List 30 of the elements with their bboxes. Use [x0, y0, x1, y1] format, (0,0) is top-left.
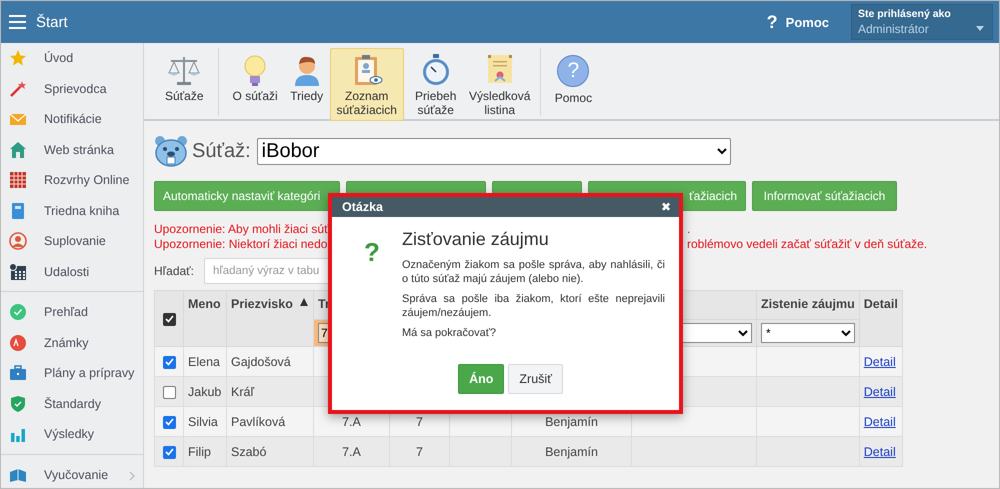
table-cell: Filip — [188, 444, 211, 458]
table-cell: Benjamín — [545, 444, 598, 458]
table-cell: 7 — [416, 414, 423, 428]
warning-text: . — [687, 222, 690, 237]
help-icon: ? — [557, 55, 590, 87]
dialog-text: Správa sa pošle iba žiakom, ktorí ešte neprejavili záujem/nezáujem. — [402, 292, 665, 320]
dialog-title: Otázka — [342, 200, 383, 214]
contest-label: Súťaž: — [192, 140, 251, 162]
table-cell: Gajdošová — [231, 354, 291, 368]
table-cell: Jakub — [188, 384, 222, 398]
search-label: Hľadať: — [154, 264, 196, 278]
table-cell: Silvia — [188, 414, 218, 428]
dialog-text: Má sa pokračovať? — [402, 326, 498, 340]
table-cell: 7 — [416, 444, 423, 458]
dialog-text: Označeným žiakom sa pošle správa, aby nahlásili, či o túto súťaž majú záujem (alebo nie). — [402, 258, 665, 286]
table-cell: Pavlíková — [231, 414, 286, 428]
table-cell: Benjamín — [545, 414, 598, 428]
user-name: Administrátor — [858, 22, 929, 36]
table-cell: 7.A — [342, 414, 361, 428]
user-label: Ste prihlásený ako — [858, 8, 952, 20]
table-cell: 7.A — [342, 444, 361, 458]
dialog-heading: Zisťovanie záujmu — [402, 229, 550, 250]
table-cell: Kráľ — [231, 384, 254, 398]
warning-text: Upozornenie: Aby mohli žiaci súť — [154, 222, 328, 237]
warning-text: Upozornenie: Niektorí žiaci nedo — [154, 237, 328, 252]
warning-text: roblémovo vedeli začať súťažiť v deň súťaže. — [687, 237, 928, 252]
question-icon: ? — [342, 237, 402, 346]
app-title: Štart — [36, 14, 68, 30]
table-cell: Elena — [188, 354, 220, 368]
table-cell: Szabó — [231, 444, 266, 458]
